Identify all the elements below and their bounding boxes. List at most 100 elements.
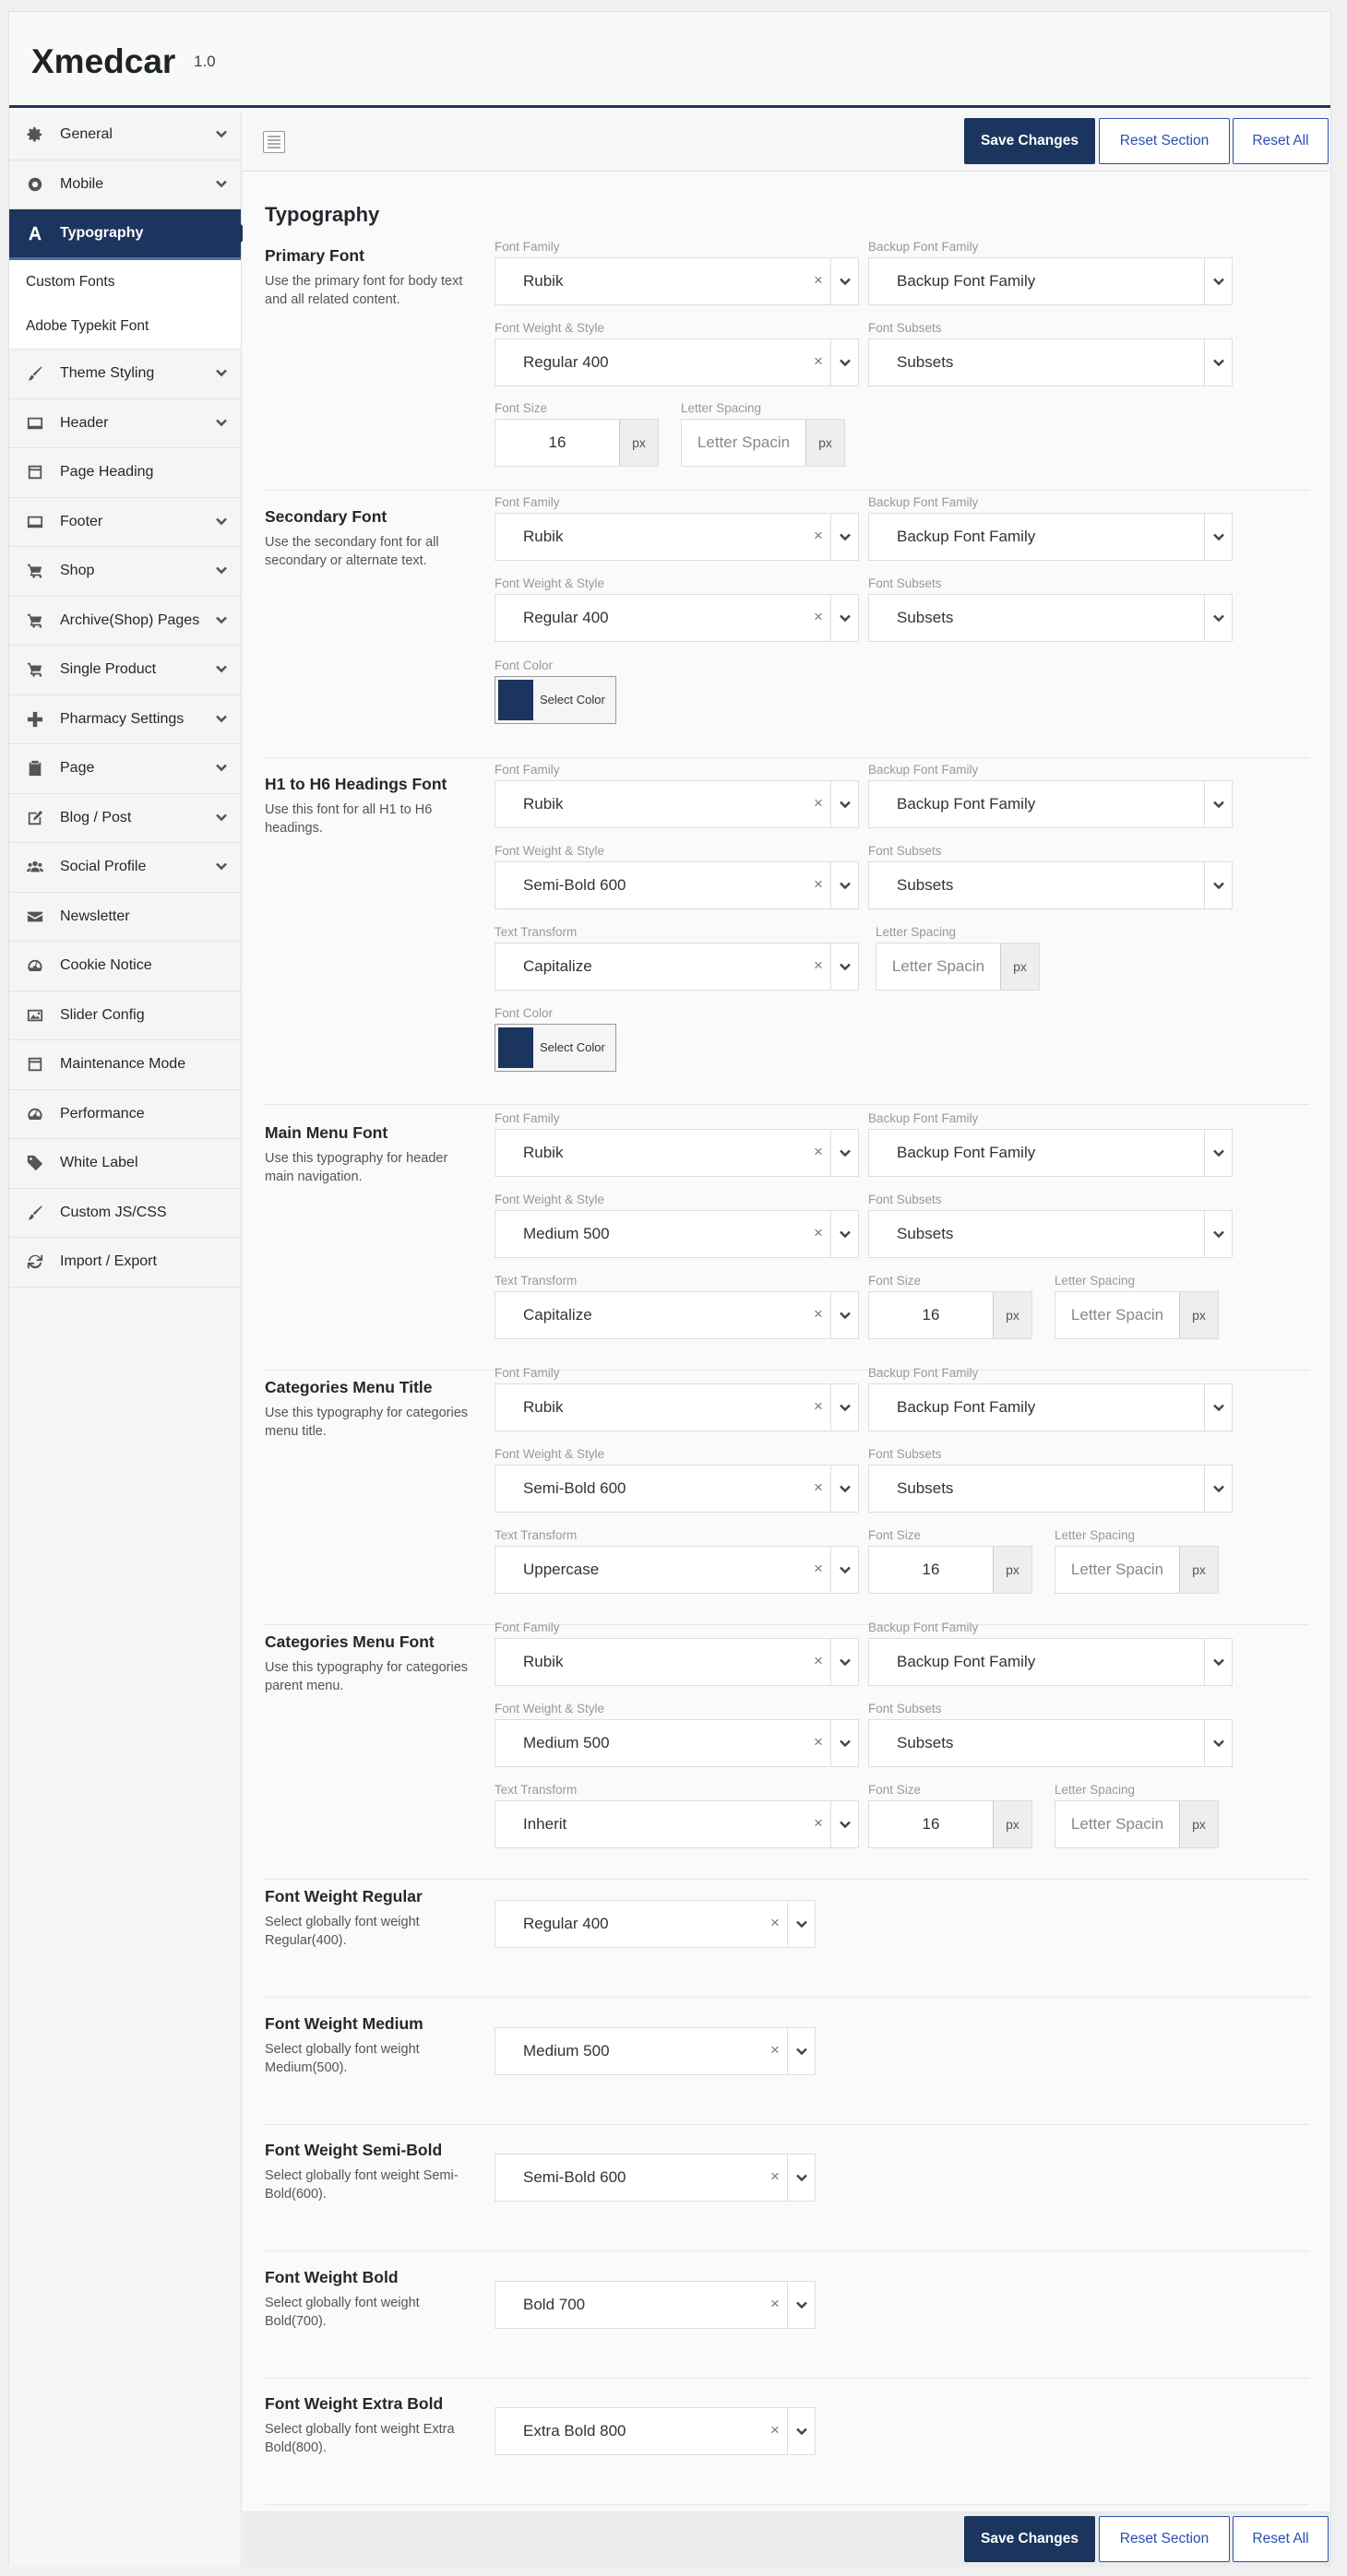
sidebar-item-custom-js-css[interactable]: Custom JS/CSS [9, 1188, 241, 1238]
chevron-down-icon[interactable] [787, 2408, 815, 2454]
clear-icon[interactable]: × [814, 1560, 823, 1578]
chevron-down-icon[interactable] [787, 2155, 815, 2201]
clear-icon[interactable]: × [814, 1397, 823, 1416]
chevron-down-icon[interactable] [787, 2281, 815, 2328]
save-changes-button[interactable]: Save Changes [964, 118, 1095, 164]
chevron-down-icon[interactable] [830, 1130, 858, 1176]
text-transform-select[interactable]: Capitalize × [495, 943, 859, 991]
font-subsets-select[interactable]: Subsets [868, 594, 1233, 642]
clear-icon[interactable]: × [814, 956, 823, 975]
clear-icon[interactable]: × [770, 1914, 780, 1932]
clear-icon[interactable]: × [814, 527, 823, 545]
font-weight-select[interactable]: Medium 500 × [495, 1210, 859, 1258]
font-weight-select[interactable]: Semi-Bold 600 × [495, 1465, 859, 1513]
clear-icon[interactable]: × [814, 875, 823, 894]
font-weight-bold-select[interactable]: Bold 700 × [495, 2280, 816, 2329]
clear-icon[interactable]: × [814, 1305, 823, 1324]
chevron-down-icon[interactable] [1204, 595, 1232, 641]
sidebar-item-theme-styling[interactable]: Theme Styling [9, 350, 241, 399]
chevron-down-icon[interactable] [830, 514, 858, 560]
chevron-down-icon[interactable] [1204, 258, 1232, 304]
font-weight-medium-select[interactable]: Medium 500 × [495, 2026, 816, 2075]
font-family-select[interactable]: Rubik × [495, 780, 859, 828]
font-family-select[interactable]: Rubik × [495, 513, 859, 561]
chevron-down-icon[interactable] [1204, 339, 1232, 386]
chevron-down-icon[interactable] [1204, 1384, 1232, 1430]
sidebar-item-header[interactable]: Header [9, 398, 241, 448]
chevron-down-icon[interactable] [1204, 781, 1232, 827]
sidebar-item-footer[interactable]: Footer [9, 497, 241, 547]
clear-icon[interactable]: × [814, 1733, 823, 1751]
font-size-input[interactable]: 16 px [868, 1291, 1032, 1339]
font-subsets-select[interactable]: Subsets [868, 861, 1233, 909]
chevron-down-icon[interactable] [1204, 1130, 1232, 1176]
clear-icon[interactable]: × [814, 1478, 823, 1497]
letter-spacing-input[interactable]: Letter Spacin px [1055, 1546, 1219, 1594]
font-subsets-select[interactable]: Subsets [868, 1210, 1233, 1258]
chevron-down-icon[interactable] [1204, 1639, 1232, 1685]
backup-font-family-select[interactable]: Backup Font Family [868, 257, 1233, 305]
sidebar-item-page-heading[interactable]: Page Heading [9, 448, 241, 498]
font-weight-select[interactable]: Semi-Bold 600 × [495, 861, 859, 909]
sidebar-item-archive-shop-pages[interactable]: Archive(Shop) Pages [9, 596, 241, 646]
chevron-down-icon[interactable] [1204, 862, 1232, 908]
font-weight-select[interactable]: Regular 400 × [495, 594, 859, 642]
reset-section-button-bottom[interactable]: Reset Section [1099, 2516, 1230, 2562]
font-size-input[interactable]: 16 px [868, 1546, 1032, 1594]
color-picker-button[interactable]: Select Color [495, 1024, 616, 1072]
font-family-select[interactable]: Rubik × [495, 1638, 859, 1686]
sidebar-item-page[interactable]: Page [9, 744, 241, 794]
sidebar-item-maintenance-mode[interactable]: Maintenance Mode [9, 1040, 241, 1090]
font-weight-select[interactable]: Regular 400 × [495, 338, 859, 386]
chevron-down-icon[interactable] [830, 1211, 858, 1257]
reset-all-button[interactable]: Reset All [1233, 118, 1329, 164]
font-size-input[interactable]: 16 px [868, 1800, 1032, 1848]
letter-spacing-input[interactable]: Letter Spacin px [1055, 1291, 1219, 1339]
clear-icon[interactable]: × [770, 2421, 780, 2439]
chevron-down-icon[interactable] [830, 1466, 858, 1512]
color-picker-button[interactable]: Select Color [495, 676, 616, 724]
clear-icon[interactable]: × [814, 1143, 823, 1161]
chevron-down-icon[interactable] [1204, 514, 1232, 560]
clear-icon[interactable]: × [770, 2041, 780, 2060]
clear-icon[interactable]: × [814, 1652, 823, 1670]
sidebar-item-typography[interactable]: Typography [9, 209, 250, 260]
font-subsets-select[interactable]: Subsets [868, 338, 1233, 386]
chevron-down-icon[interactable] [830, 1639, 858, 1685]
sidebar-item-cookie-notice[interactable]: Cookie Notice [9, 942, 241, 991]
chevron-down-icon[interactable] [830, 258, 858, 304]
backup-font-family-select[interactable]: Backup Font Family [868, 1129, 1233, 1177]
clear-icon[interactable]: × [814, 271, 823, 290]
font-weight-regular-select[interactable]: Regular 400 × [495, 1900, 816, 1948]
sidebar-subitem-adobe-typekit-font[interactable]: Adobe Typekit Font [9, 304, 241, 349]
chevron-down-icon[interactable] [787, 1901, 815, 1947]
chevron-down-icon[interactable] [830, 1720, 858, 1766]
sidebar-item-performance[interactable]: Performance [9, 1089, 241, 1139]
letter-spacing-input[interactable]: Letter Spacin px [1055, 1800, 1219, 1848]
chevron-down-icon[interactable] [830, 944, 858, 990]
chevron-down-icon[interactable] [830, 862, 858, 908]
sidebar-item-general[interactable]: General [9, 111, 241, 160]
backup-font-family-select[interactable]: Backup Font Family [868, 1638, 1233, 1686]
clear-icon[interactable]: × [814, 794, 823, 813]
chevron-down-icon[interactable] [1204, 1211, 1232, 1257]
letter-spacing-input[interactable]: Letter Spacin px [876, 943, 1040, 991]
font-subsets-select[interactable]: Subsets [868, 1465, 1233, 1513]
clear-icon[interactable]: × [814, 352, 823, 371]
sidebar-subitem-custom-fonts[interactable]: Custom Fonts [9, 260, 241, 304]
text-transform-select[interactable]: Inherit × [495, 1800, 859, 1848]
sidebar-item-single-product[interactable]: Single Product [9, 646, 241, 695]
sidebar-item-shop[interactable]: Shop [9, 547, 241, 597]
backup-font-family-select[interactable]: Backup Font Family [868, 780, 1233, 828]
clear-icon[interactable]: × [814, 1814, 823, 1833]
font-weight-select[interactable]: Medium 500 × [495, 1719, 859, 1767]
clear-icon[interactable]: × [814, 1224, 823, 1242]
sidebar-item-import-export[interactable]: Import / Export [9, 1238, 241, 1288]
backup-font-family-select[interactable]: Backup Font Family [868, 513, 1233, 561]
sidebar-item-blog-post[interactable]: Blog / Post [9, 793, 241, 843]
font-weight-extra-bold-select[interactable]: Extra Bold 800 × [495, 2407, 816, 2455]
reset-section-button[interactable]: Reset Section [1099, 118, 1230, 164]
sidebar-item-pharmacy-settings[interactable]: Pharmacy Settings [9, 694, 241, 744]
chevron-down-icon[interactable] [830, 1801, 858, 1847]
sidebar-item-mobile[interactable]: Mobile [9, 160, 241, 209]
